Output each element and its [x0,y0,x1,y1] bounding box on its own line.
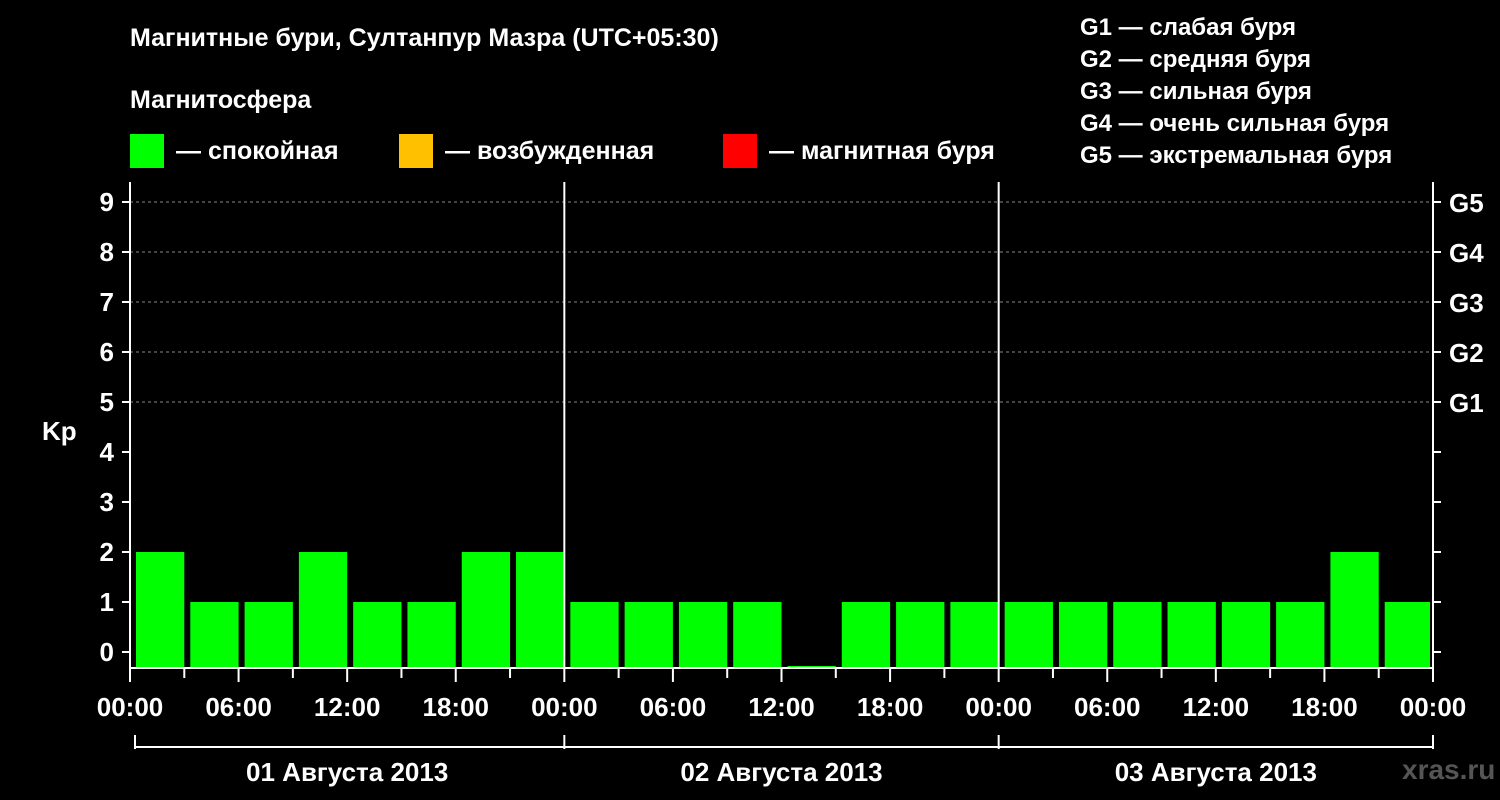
watermark: xras.ru [1402,754,1496,785]
x-tick-label-3: 18:00 [423,692,490,722]
day-label-3: 03 Августа 2013 [1115,757,1317,787]
kp-bar-1 [190,602,239,668]
x-tick-label-10: 12:00 [1183,692,1250,722]
kp-bar-4 [353,602,402,668]
y-tick-label-6: 6 [100,337,114,367]
y-tick-label-7: 7 [100,287,114,317]
x-tick-label-5: 06:00 [640,692,707,722]
y-tick-label-8: 8 [100,237,114,267]
x-tick-label-12: 00:00 [1400,692,1467,722]
y-tick-label-0: 0 [100,637,114,667]
kp-bar-23 [1384,602,1430,668]
x-tick-label-1: 06:00 [205,692,272,722]
x-tick-label-2: 12:00 [314,692,381,722]
kp-bar-10 [678,602,728,668]
day-label-1: 01 Августа 2013 [246,757,448,787]
g-level-label-g2: G2 [1449,338,1484,368]
kp-bar-19 [1167,602,1216,668]
kp-bar-8 [570,602,619,668]
kp-bar-0 [136,552,185,668]
y-axis-label: Kp [42,416,77,446]
kp-bar-9 [624,602,673,668]
y-tick-label-5: 5 [100,387,114,417]
y-tick-label-1: 1 [100,587,114,617]
kp-bar-3 [298,552,348,668]
x-tick-label-6: 12:00 [748,692,815,722]
g-level-label-g4: G4 [1449,238,1484,268]
x-tick-label-11: 18:00 [1291,692,1358,722]
x-tick-label-0: 00:00 [97,692,164,722]
g-level-label-g1: G1 [1449,388,1484,418]
y-tick-label-9: 9 [100,187,114,217]
g-level-label-g5: G5 [1449,188,1484,218]
x-tick-label-9: 06:00 [1074,692,1141,722]
kp-bar-5 [407,602,456,668]
y-tick-label-3: 3 [100,487,114,517]
kp-bar-22 [1330,552,1379,668]
kp-bar-16 [1004,602,1053,668]
kp-bar-20 [1221,602,1271,668]
x-tick-label-4: 00:00 [531,692,598,722]
kp-bar-21 [1276,602,1325,668]
kp-bar-6 [461,552,511,668]
kp-bar-7 [516,552,565,668]
kp-bar-14 [896,602,945,668]
kp-bar-17 [1058,602,1108,668]
kp-bar-2 [244,602,293,668]
kp-bar-13 [841,602,891,668]
g-level-label-g3: G3 [1449,288,1484,318]
kp-bar-11 [733,602,782,668]
day-label-2: 02 Августа 2013 [680,757,882,787]
kp-bar-18 [1113,602,1162,668]
x-tick-label-7: 18:00 [857,692,924,722]
kp-chart: 0 1 2 3 4 5 6 7 8 9 G1 G2 G3 G4 G5 Kp 00:00 06:00 12:00 18:… [42,182,1484,787]
x-tick-label-8: 00:00 [965,692,1032,722]
y-tick-label-4: 4 [100,437,115,467]
y-tick-label-2: 2 [100,537,114,567]
kp-bar-15 [950,602,999,668]
